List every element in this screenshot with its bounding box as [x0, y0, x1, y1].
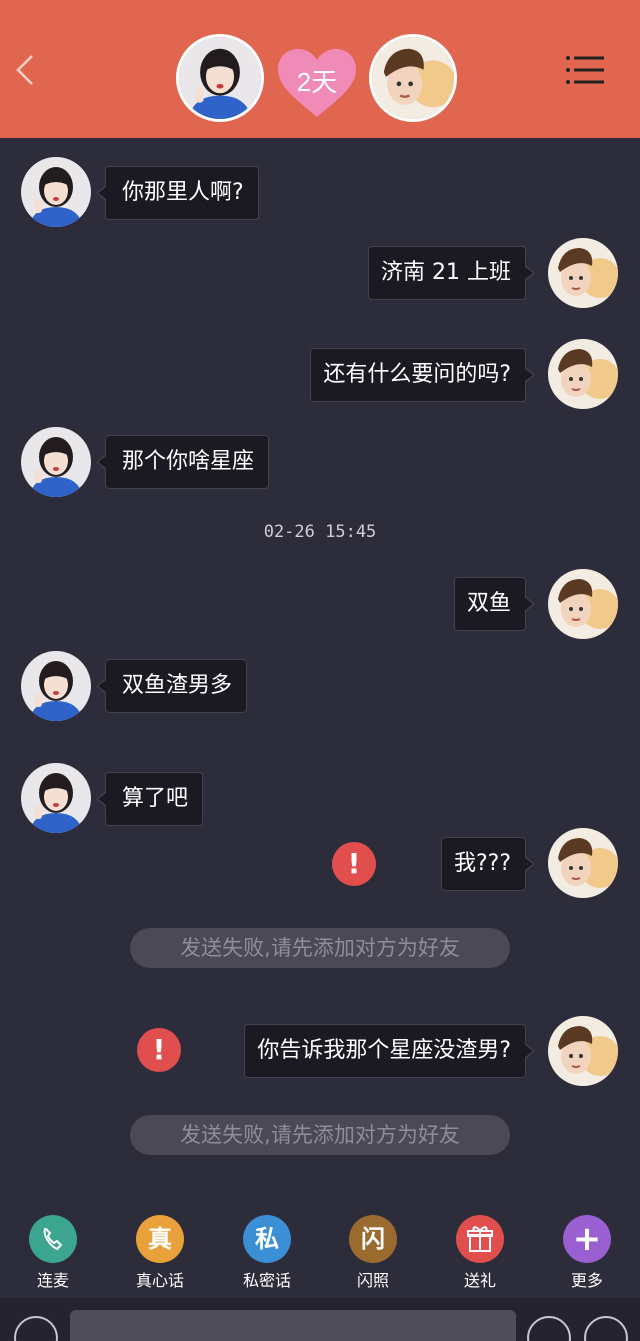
- tool-label: 私密话: [242, 1271, 291, 1290]
- message-bubble[interactable]: 济南 21 上班: [368, 246, 535, 300]
- truth-icon: 真: [136, 1215, 184, 1263]
- tool-label: 送礼: [463, 1271, 496, 1290]
- system-notice: 发送失败,请先添加对方为好友: [130, 1115, 510, 1155]
- my-avatar[interactable]: [548, 828, 618, 898]
- feature-toolbar: 连麦 真 真心话 私 私密话 闪 闪照 送礼 + 更多: [0, 1205, 640, 1297]
- voice-input-icon[interactable]: [14, 1316, 58, 1341]
- message-bubble[interactable]: 那个你啥星座: [95, 435, 270, 489]
- image-icon[interactable]: [584, 1316, 628, 1341]
- tool-private[interactable]: 私 私密话: [227, 1215, 307, 1291]
- tool-voice-call[interactable]: 连麦: [13, 1215, 93, 1291]
- tool-truth[interactable]: 真 真心话: [120, 1215, 200, 1291]
- tool-gift[interactable]: 送礼: [440, 1215, 520, 1291]
- plus-icon: +: [563, 1215, 611, 1263]
- message-input[interactable]: [70, 1310, 516, 1341]
- my-avatar[interactable]: [548, 1016, 618, 1086]
- message-bubble[interactable]: 双鱼渣男多: [95, 659, 248, 713]
- tool-label: 闪照: [356, 1271, 389, 1290]
- flash-photo-icon: 闪: [349, 1215, 397, 1263]
- gift-icon: [456, 1215, 504, 1263]
- tool-label: 更多: [570, 1271, 603, 1290]
- menu-icon[interactable]: [562, 50, 606, 90]
- message-timestamp: 02-26 15:45: [263, 522, 377, 542]
- message-bubble[interactable]: 你告诉我那个星座没渣男?: [244, 1024, 535, 1078]
- partner-avatar[interactable]: [21, 763, 91, 833]
- message-bubble[interactable]: 算了吧: [95, 772, 204, 826]
- my-avatar[interactable]: [369, 34, 457, 122]
- message-bubble[interactable]: 还有什么要问的吗?: [310, 348, 535, 402]
- back-arrow-icon[interactable]: [10, 50, 42, 90]
- tool-label: 连麦: [36, 1271, 69, 1290]
- partner-avatar[interactable]: [21, 651, 91, 721]
- partner-avatar[interactable]: [176, 34, 264, 122]
- days-counter: 2天: [296, 67, 338, 97]
- tool-more[interactable]: + 更多: [547, 1215, 627, 1291]
- my-avatar[interactable]: [548, 339, 618, 409]
- partner-avatar[interactable]: [21, 427, 91, 497]
- partner-avatar[interactable]: [21, 157, 91, 227]
- my-avatar[interactable]: [548, 569, 618, 639]
- chat-header: 2天: [0, 0, 640, 138]
- my-avatar[interactable]: [548, 238, 618, 308]
- input-bar: [0, 1298, 640, 1341]
- tool-flash-photo[interactable]: 闪 闪照: [333, 1215, 413, 1291]
- message-bubble[interactable]: 我???: [440, 837, 536, 891]
- system-notice: 发送失败,请先添加对方为好友: [130, 928, 510, 968]
- tool-label: 真心话: [135, 1271, 184, 1290]
- message-bubble[interactable]: 双鱼: [453, 577, 536, 631]
- phone-icon: [29, 1215, 77, 1263]
- message-bubble[interactable]: 你那里人啊?: [96, 166, 259, 220]
- send-failed-icon[interactable]: !: [332, 842, 376, 886]
- send-failed-icon[interactable]: !: [137, 1028, 181, 1072]
- private-icon: 私: [243, 1215, 291, 1263]
- emoji-icon[interactable]: [527, 1316, 571, 1341]
